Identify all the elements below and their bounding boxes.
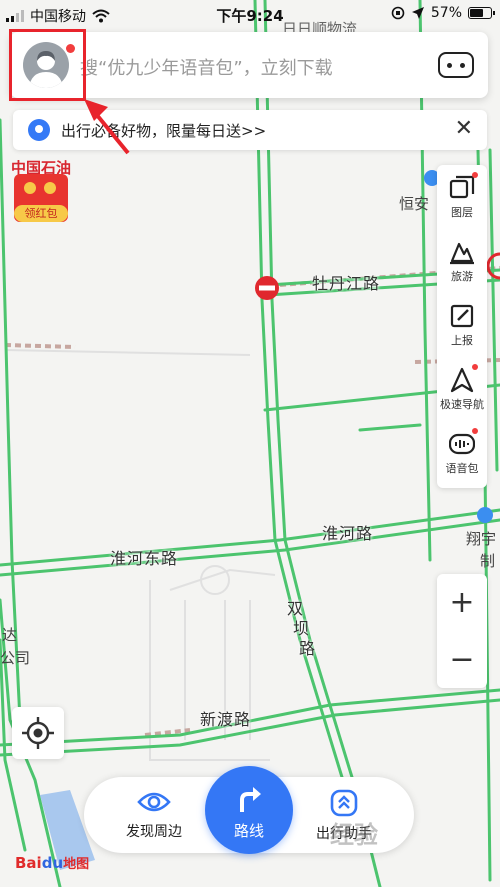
route-label: 路线: [233, 822, 264, 840]
road-label-xindu: 新渡路: [200, 710, 252, 729]
route-arrow-icon: [240, 787, 261, 812]
battery-percent: 57%: [430, 5, 462, 21]
location-arrow-icon: [411, 7, 424, 19]
discover-nearby-button[interactable]: 发现周边: [104, 789, 204, 841]
eye-icon: [137, 792, 171, 812]
map-toolbar: 图层 旅游 上报 极速导航 语音包: [437, 165, 487, 488]
no-entry-icon: [255, 276, 279, 300]
tool-travel[interactable]: 旅游: [437, 229, 487, 293]
tool-label: 语音包: [445, 462, 479, 475]
poi-xiangyu-label[interactable]: 翔宇: [466, 528, 496, 549]
locate-button[interactable]: [12, 707, 64, 759]
road-label-mudanjiang: 牡丹江路: [312, 274, 381, 293]
logo-du: du: [41, 854, 64, 872]
poi-hengan-label[interactable]: 恒安: [399, 193, 429, 214]
navigation-icon: [450, 367, 474, 393]
tool-label: 旅游: [451, 270, 473, 283]
tool-report[interactable]: 上报: [437, 293, 487, 357]
red-packet-label[interactable]: 领红包: [14, 205, 68, 222]
tool-label: 上报: [451, 334, 473, 347]
annotation-arrow: [84, 99, 130, 155]
road-label-shuangba-3: 路: [299, 639, 317, 658]
tool-layers[interactable]: 图层: [437, 165, 487, 229]
poi-left-label-2: 公司: [0, 649, 31, 667]
ar-button[interactable]: [438, 52, 474, 78]
orientation-lock-icon: [391, 6, 405, 20]
search-input[interactable]: 搜“优九少年语音包”，立刻下载: [80, 54, 333, 80]
battery-icon: [468, 7, 495, 19]
travel-icon: [450, 242, 474, 265]
tool-label: 极速导航: [440, 398, 484, 411]
navigation-notification-dot: [472, 364, 478, 370]
zoom-in-button[interactable]: +: [437, 574, 487, 631]
route-button[interactable]: 路线: [205, 766, 293, 854]
road-label-huaihe-east: 淮河东路: [110, 549, 179, 568]
voice-pack-notification-dot: [472, 428, 478, 434]
logo-bai: Bai: [15, 854, 42, 872]
watermark: 经验: [330, 821, 378, 849]
ar-eye-left-icon: [447, 62, 452, 68]
status-bar: 中国移动 下午9:24 57%: [0, 0, 500, 30]
report-icon: [450, 304, 474, 328]
layers-icon: [449, 175, 475, 199]
locate-icon: [22, 717, 54, 749]
logo-tu: 地图: [63, 857, 90, 872]
tool-voice-pack[interactable]: 语音包: [437, 421, 487, 485]
tool-fast-navigation[interactable]: 极速导航: [437, 357, 487, 421]
baidu-map-logo: Baidu地图: [15, 853, 89, 872]
road-label-huaihe: 淮河路: [322, 524, 374, 543]
zoom-out-button[interactable]: −: [437, 631, 487, 688]
voice-pack-icon: [448, 433, 476, 455]
layers-notification-dot: [472, 172, 478, 178]
close-icon[interactable]: ✕: [455, 116, 473, 141]
tool-label: 图层: [451, 206, 473, 219]
poi-left-label: 达: [2, 626, 18, 644]
avatar-highlight-box: [9, 29, 86, 101]
location-pin-icon: [28, 119, 50, 141]
poi-xiangyu-label-2: 制: [480, 552, 496, 570]
zoom-control: + −: [437, 574, 487, 688]
ar-eye-right-icon: [460, 62, 465, 68]
discover-nearby-label: 发现周边: [126, 824, 182, 840]
assistant-icon: [330, 789, 358, 817]
